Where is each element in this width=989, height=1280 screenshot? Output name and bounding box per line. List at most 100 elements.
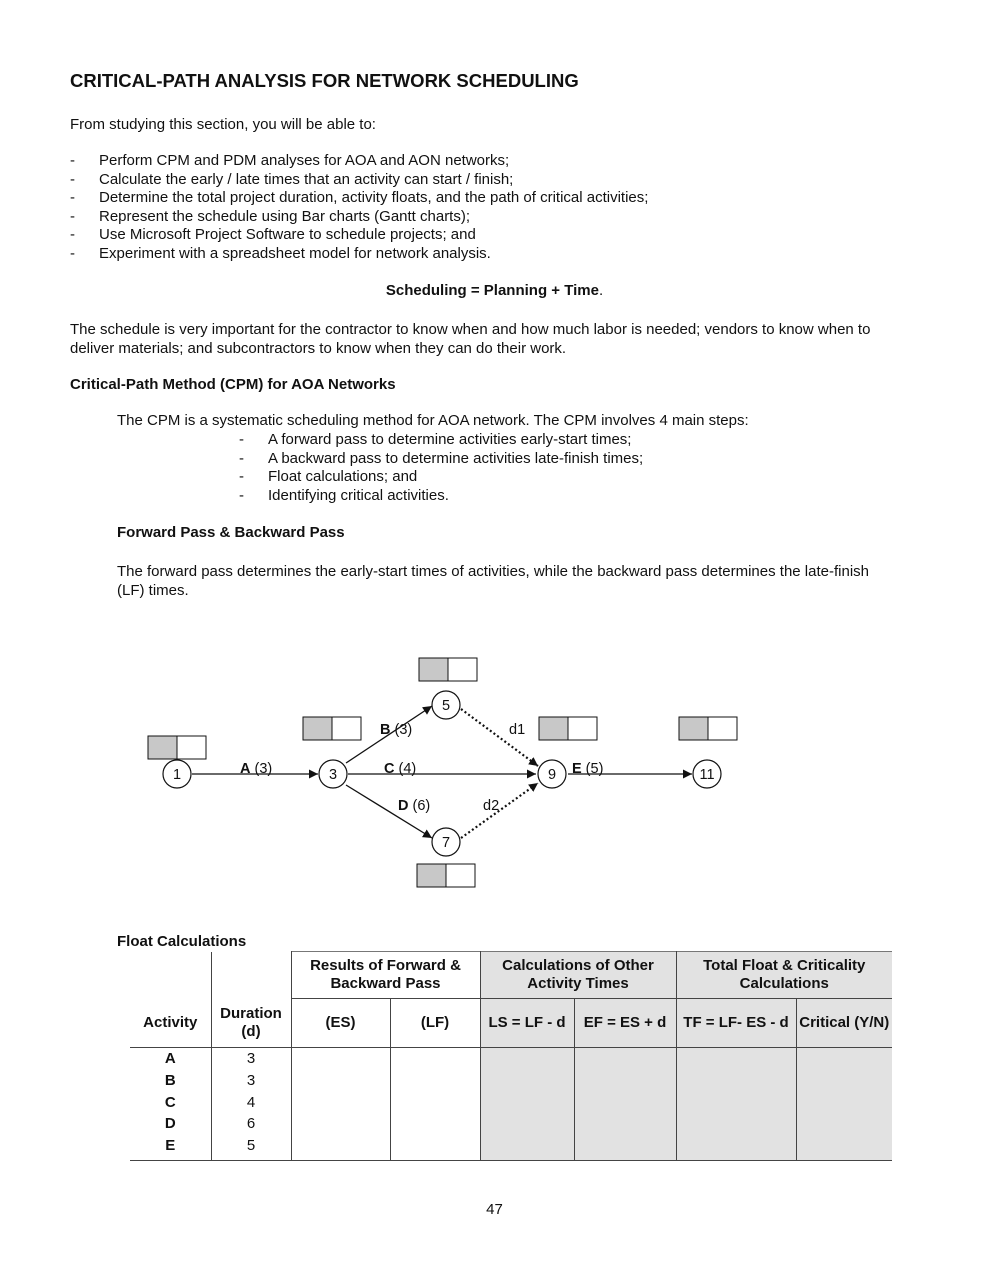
activity-label-b: B (3) <box>380 722 412 738</box>
step-text: A backward pass to determine activities … <box>268 449 644 467</box>
critical-column-blank[interactable] <box>795 1047 892 1161</box>
column-header-lf: (LF) <box>389 998 481 1048</box>
node-label: 3 <box>329 767 337 783</box>
objective-text: Use Microsoft Project Software to schedu… <box>99 226 476 244</box>
time-box-node-3 <box>302 716 362 741</box>
pass-paragraph: The forward pass determines the early-st… <box>117 563 869 599</box>
aoa-network-diagram: 1 3 5 7 9 11 A (3) B (3) C (4) D (6) E (5) d1… <box>147 657 738 888</box>
table-cell-duration: 3 <box>246 1071 256 1089</box>
node-9: 9 <box>537 759 567 789</box>
time-box-node-1 <box>147 735 207 760</box>
list-item: - Determine the total project duration, a… <box>70 189 648 208</box>
dummy-arrow-d2 <box>460 782 539 839</box>
table-cell-activity: B <box>164 1071 176 1089</box>
column-header-ef: EF = ES + d <box>573 998 677 1048</box>
table-cell-activity: D <box>164 1115 176 1133</box>
node-11: 11 <box>692 759 722 789</box>
node-1: 1 <box>162 759 192 789</box>
node-label: 9 <box>548 767 556 783</box>
dummy-label-d1: d1 <box>509 722 525 738</box>
intro-text: From studying this section, you will be … <box>70 116 376 133</box>
table-cell-duration: 6 <box>246 1115 256 1133</box>
table-cell-activity: A <box>164 1050 176 1067</box>
step-text: Identifying critical activities. <box>268 486 449 504</box>
duration-column: 3 3 4 6 5 <box>210 1047 292 1161</box>
time-box-node-9 <box>538 716 598 741</box>
formula-bold: Scheduling = Planning + Time <box>385 282 599 299</box>
bullet-dash: - <box>239 486 244 504</box>
column-header-activity: Activity <box>130 998 212 1048</box>
list-item: - Represent the schedule using Bar charts… <box>70 208 648 227</box>
pass-heading: Forward Pass & Backward Pass <box>117 524 345 541</box>
tf-column-blank[interactable] <box>675 1047 797 1161</box>
table-cell-activity: C <box>164 1093 176 1111</box>
node-7: 7 <box>431 827 461 857</box>
column-header-duration: Duration (d) <box>210 998 292 1048</box>
objective-text: Represent the schedule using Bar charts … <box>99 207 471 225</box>
bullet-dash: - <box>239 449 244 467</box>
list-item: - Experiment with a spreadsheet model for… <box>70 245 648 264</box>
bullet-dash: - <box>239 468 244 486</box>
float-calculations-table: Results of Forward & Backward Pass Calcu… <box>130 951 892 1161</box>
dummy-arrow-d1 <box>460 708 539 767</box>
page-number: 47 <box>486 1201 503 1218</box>
objective-text: Calculate the early / late times that an… <box>99 170 514 188</box>
node-label: 5 <box>442 698 450 714</box>
bullet-dash: - <box>70 152 75 169</box>
step-text: A forward pass to determine activities e… <box>268 431 632 448</box>
ef-column-blank[interactable] <box>573 1047 677 1161</box>
time-box-node-11 <box>678 716 738 741</box>
table-cell-duration: 4 <box>246 1093 256 1111</box>
objective-text: Perform CPM and PDM analyses for AOA and… <box>99 152 510 169</box>
lf-column-blank[interactable] <box>389 1047 481 1161</box>
dummy-label-d2: d2 <box>483 798 499 814</box>
schedule-paragraph: The schedule is very important for the c… <box>70 321 871 357</box>
table-cell-activity: E <box>165 1137 176 1155</box>
bullet-dash: - <box>70 170 75 188</box>
activity-label-e: E (5) <box>572 761 603 777</box>
node-5: 5 <box>431 690 461 720</box>
list-item: - Identifying critical activities. <box>239 487 643 506</box>
column-header-tf: TF = LF- ES - d <box>675 998 797 1048</box>
bullet-dash: - <box>70 189 75 207</box>
column-header-critical: Critical (Y/N) <box>795 998 892 1048</box>
node-label: 11 <box>699 767 714 783</box>
activity-column: A B C D E <box>130 1047 212 1161</box>
group-header-total-float: Total Float & Criticality Calculations <box>675 951 892 999</box>
cpm-intro: The CPM is a systematic scheduling metho… <box>117 412 749 429</box>
list-item: - A forward pass to determine activities … <box>239 431 643 450</box>
list-item: - Use Microsoft Project Software to sched… <box>70 226 648 245</box>
header-blank <box>130 951 212 999</box>
node-label: 1 <box>173 767 181 783</box>
bullet-dash: - <box>70 207 75 225</box>
table-cell-duration: 3 <box>246 1050 256 1067</box>
activity-label-a: A (3) <box>240 761 272 777</box>
step-text: Float calculations; and <box>268 468 418 486</box>
list-item: - A backward pass to determine activities… <box>239 450 643 469</box>
objectives-list: - Perform CPM and PDM analyses for AOA an… <box>70 152 648 264</box>
scheduling-formula: Scheduling = Planning + Time. <box>0 282 989 299</box>
bullet-dash: - <box>70 244 75 262</box>
time-box-node-7 <box>416 863 476 888</box>
group-header-forward-backward: Results of Forward & Backward Pass <box>290 951 481 999</box>
list-item: - Perform CPM and PDM analyses for AOA an… <box>70 152 648 171</box>
column-header-ls: LS = LF - d <box>479 998 575 1048</box>
table-body: A B C D E 3 3 4 6 5 <box>130 1047 892 1161</box>
header-blank <box>210 951 292 999</box>
objective-text: Experiment with a spreadsheet model for … <box>99 244 491 262</box>
list-item: - Float calculations; and <box>239 468 643 487</box>
bullet-dash: - <box>70 226 75 244</box>
activity-label-d: D (6) <box>398 798 430 814</box>
table-cell-duration: 5 <box>246 1137 256 1155</box>
ls-column-blank[interactable] <box>479 1047 575 1161</box>
es-column-blank[interactable] <box>290 1047 391 1161</box>
node-3: 3 <box>318 759 348 789</box>
bullet-dash: - <box>239 431 244 448</box>
cpm-heading: Critical-Path Method (CPM) for AOA Netwo… <box>70 376 396 393</box>
page-title: CRITICAL-PATH ANALYSIS FOR NETWORK SCHED… <box>70 70 579 91</box>
group-header-other-times: Calculations of Other Activity Times <box>479 951 677 999</box>
node-label: 7 <box>442 835 450 851</box>
list-item: - Calculate the early / late times that a… <box>70 171 648 190</box>
activity-label-c: C (4) <box>384 761 416 777</box>
cpm-steps-list: - A forward pass to determine activities … <box>239 431 643 505</box>
